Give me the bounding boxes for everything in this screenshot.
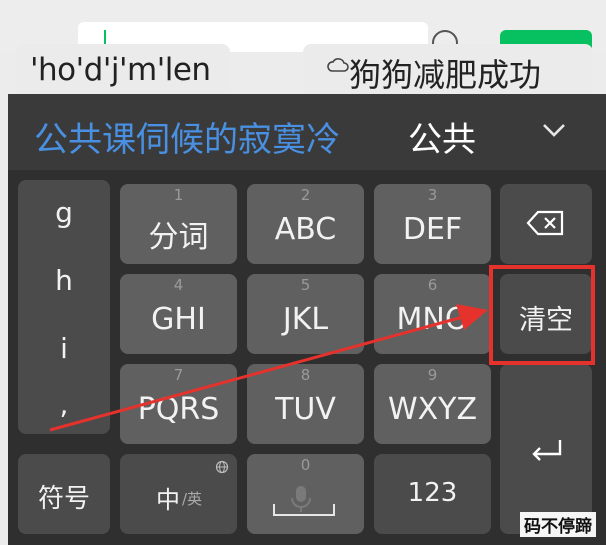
letter-g[interactable]: g [18,196,110,229]
key-number: 7 [173,366,184,384]
key-label: JKL [282,302,329,337]
key-1-segment[interactable]: 1 分词 [120,184,237,264]
key-number: 1 [173,186,184,204]
key-number: 0 [300,456,311,474]
key-6-mno[interactable]: 6 MNO [374,274,491,354]
key-3-def[interactable]: 3 DEF [374,184,491,264]
key-number: 6 [427,276,438,294]
key-label: 分词 [148,220,209,255]
highlight-box [489,265,595,365]
cloud-candidate-text: 狗狗减肥成功 [349,56,542,94]
space-bracket-icon [273,504,335,516]
key-label: GHI [151,302,206,337]
enter-icon [532,440,562,461]
watermark: 码不停蹄 [520,512,596,537]
candidate-secondary[interactable]: 公共 [408,112,476,161]
cloud-icon [327,58,349,72]
key-number: 5 [300,276,311,294]
key-number: 9 [427,366,438,384]
pinyin-text: 'ho'd'j'm'len [30,52,211,88]
backspace-icon [526,210,564,236]
language-switch-button[interactable]: 中 /英 [120,454,237,534]
lang-main-label: 中 [156,486,180,514]
lang-sub-label: /英 [182,490,203,508]
key-number: 8 [300,366,311,384]
symbols-button[interactable]: 符号 [18,454,110,534]
comma-key[interactable]: , [18,388,110,421]
key-number: 3 [427,186,438,204]
key-label: DEF [402,212,463,247]
globe-icon [215,460,229,474]
chevron-down-icon[interactable] [538,116,570,144]
cloud-candidate[interactable]: 狗狗减肥成功 [303,44,593,100]
key-5-jkl[interactable]: 5 JKL [247,274,364,354]
key-label: WXYZ [387,392,478,427]
key-9-wxyz[interactable]: 9 WXYZ [374,364,491,444]
backspace-button[interactable] [500,184,592,264]
enter-button[interactable] [500,364,592,534]
key-4-ghi[interactable]: 4 GHI [120,274,237,354]
pinyin-letter-list[interactable]: g h i , [18,180,110,434]
letter-h[interactable]: h [18,264,110,297]
key-number: 2 [300,186,311,204]
key-label: MNO [396,302,469,337]
number-mode-button[interactable]: 123 [374,454,491,534]
pinyin-composition: 'ho'd'j'm'len [16,44,230,100]
key-label: PQRS [137,392,220,427]
key-label: ABC [274,212,337,247]
symbols-label: 符号 [37,484,90,514]
space-button[interactable]: 0 [247,454,364,534]
key-label: TUV [275,392,336,427]
key-7-pqrs[interactable]: 7 PQRS [120,364,237,444]
candidate-bar: 公共课伺候的寂寞冷 公共 [8,94,606,170]
key-8-tuv[interactable]: 8 TUV [247,364,364,444]
key-number: 4 [173,276,184,294]
key-2-abc[interactable]: 2 ABC [247,184,364,264]
number-mode-label: 123 [407,478,458,508]
letter-i[interactable]: i [18,332,110,365]
candidate-primary[interactable]: 公共课伺候的寂寞冷 [34,112,340,161]
